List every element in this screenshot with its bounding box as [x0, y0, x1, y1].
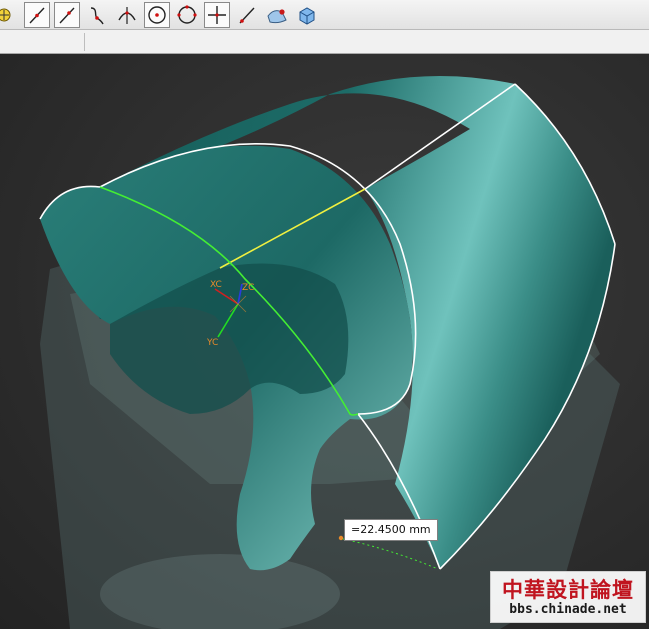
watermark: 中華設計論壇 bbs.chinade.net [490, 571, 646, 623]
toolbar [0, 0, 649, 30]
watermark-chinese-text: 中華設計論壇 [502, 577, 634, 602]
graphics-viewport[interactable]: XC ZC YC =22.4500 mm 中華設計論壇 bbs.chinade.… [0, 54, 649, 629]
line-end-tool[interactable] [234, 2, 260, 28]
circle-center-tool[interactable] [144, 1, 170, 28]
selection-bar-divider [84, 33, 85, 51]
line-icon [29, 7, 45, 23]
line-point-icon [59, 7, 75, 23]
circle-icon [177, 4, 197, 24]
line-end-icon [239, 7, 255, 23]
solid-box-tool[interactable] [294, 2, 320, 28]
xc-axis-label: XC [210, 280, 222, 290]
cad-model: XC ZC YC [39, 76, 620, 629]
measurement-label: =22.4500 mm [344, 519, 438, 541]
line-tool[interactable] [24, 1, 50, 28]
watermark-url-text: bbs.chinade.net [509, 602, 627, 617]
solid-box-icon [299, 6, 315, 25]
selection-bar [0, 30, 649, 54]
dimension-anchor [338, 535, 344, 541]
curve-icon [90, 6, 104, 24]
snap-point-tool[interactable] [0, 2, 20, 28]
snap-point-icon [0, 8, 11, 21]
yc-axis-label: YC [206, 338, 218, 348]
tangent-arc-icon [118, 6, 136, 24]
curve-tool[interactable] [84, 2, 110, 28]
surface-icon [267, 8, 287, 23]
circle-center-icon [148, 5, 166, 24]
line-point-tool[interactable] [54, 1, 80, 28]
surface-tool[interactable] [264, 2, 290, 28]
zc-axis-label: ZC [242, 283, 254, 293]
circle-tool[interactable] [174, 2, 200, 28]
cross-point-tool[interactable] [204, 1, 230, 28]
cross-point-icon [208, 5, 226, 24]
tangent-arc-tool[interactable] [114, 2, 140, 28]
